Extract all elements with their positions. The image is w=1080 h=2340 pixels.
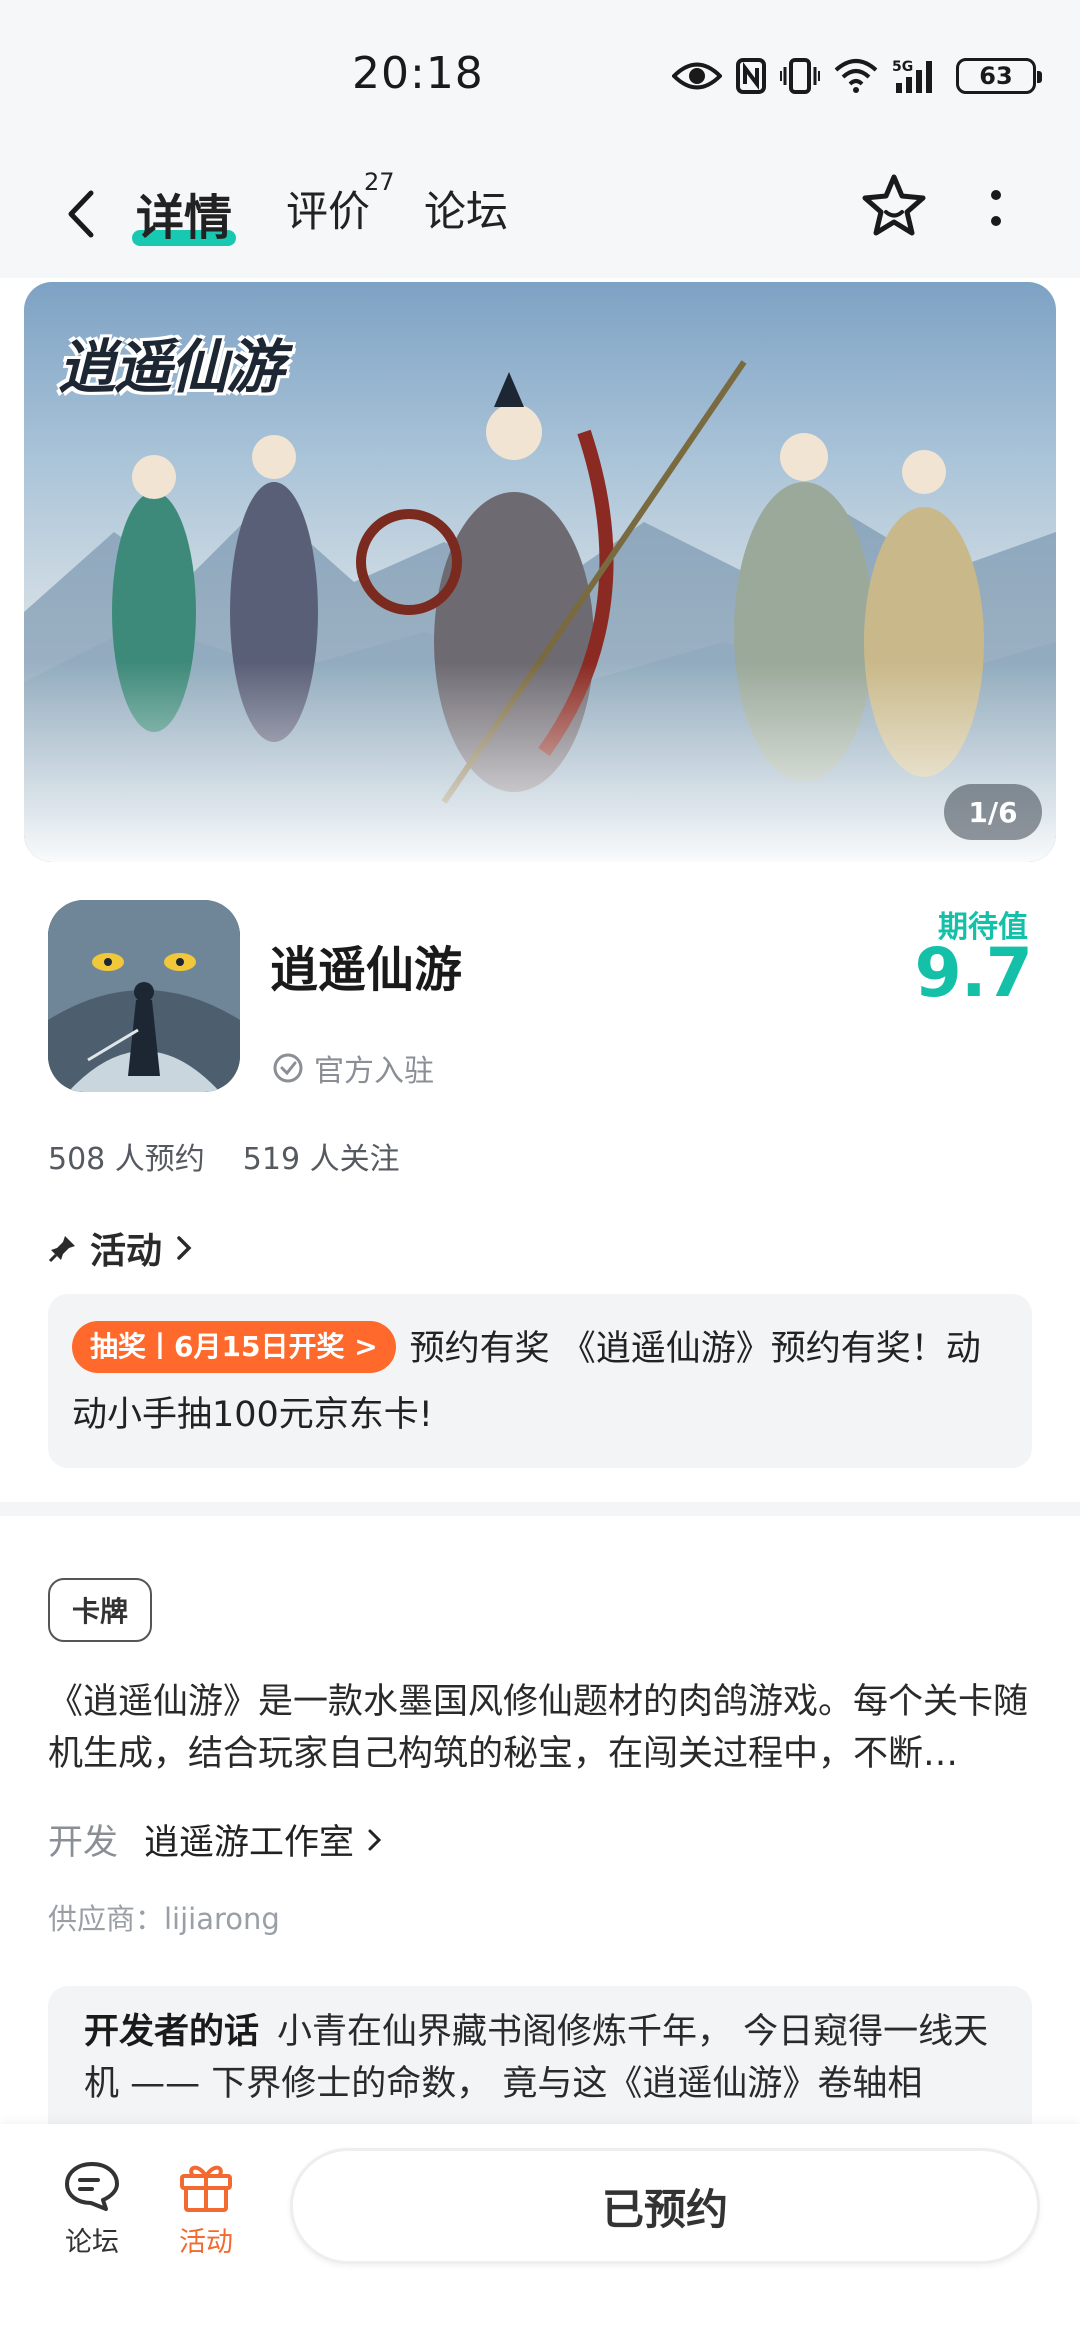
- tab-review[interactable]: 评价 27: [286, 168, 395, 239]
- reserved-button[interactable]: 已预约: [290, 2148, 1040, 2264]
- status-bar: 20:18 5G 63: [0, 0, 1080, 150]
- star-icon: [862, 174, 926, 236]
- section-divider: [0, 1502, 1080, 1516]
- lottery-badge: 抽奖丨6月15日开奖 >: [72, 1321, 396, 1373]
- tab-detail-label: 详情: [136, 190, 233, 246]
- status-time: 20:18: [352, 48, 484, 99]
- chevron-right-icon: [368, 1829, 382, 1850]
- developer-link[interactable]: 逍遥游工作室: [144, 1814, 384, 1865]
- tab-detail[interactable]: 详情: [132, 178, 237, 248]
- favorite-button[interactable]: [860, 172, 928, 240]
- tab-forum[interactable]: 论坛: [424, 178, 508, 239]
- more-vertical-icon[interactable]: [982, 178, 1010, 238]
- nfc-icon: [736, 58, 766, 94]
- expectation-score: 9.7: [914, 934, 1033, 1013]
- pin-icon: [48, 1236, 75, 1263]
- vibrate-icon: [780, 58, 820, 94]
- signal-5g-icon: 5G: [892, 59, 932, 93]
- activity-card[interactable]: 抽奖丨6月15日开奖 > 预约有奖 《逍遥仙游》预约有奖！动动小手抽100元京东卡…: [48, 1294, 1032, 1468]
- back-button[interactable]: [56, 186, 104, 242]
- activity-section-header[interactable]: 活动: [48, 1222, 194, 1274]
- battery-level: 63: [979, 62, 1013, 90]
- tab-forum-label: 论坛: [424, 187, 509, 236]
- bottom-forum-button[interactable]: 论坛: [42, 2158, 142, 2259]
- developer-words-label: 开发者的话: [84, 2012, 260, 2052]
- screenshot-carousel[interactable]: 逍遥仙游 1/6: [24, 282, 1056, 862]
- developer-name: 逍遥游工作室: [144, 1823, 355, 1863]
- official-label: 官方入驻: [314, 1054, 434, 1089]
- gift-icon: [180, 2165, 232, 2212]
- tab-review-label: 评价: [286, 187, 371, 236]
- supplier-info: 供应商：lijiarong: [48, 1902, 280, 1936]
- wifi-icon: [834, 59, 878, 93]
- reservation-count: 508 人预约: [48, 1142, 205, 1177]
- top-nav-bar: 详情 评价 27 论坛: [0, 150, 1080, 278]
- game-stats: 508 人预约 519 人关注: [48, 1134, 400, 1178]
- battery-icon: 63: [956, 58, 1042, 94]
- bottom-forum-label: 论坛: [65, 2227, 119, 2258]
- svg-text:5G: 5G: [892, 59, 913, 75]
- developer-label: 开发: [48, 1823, 119, 1863]
- bottom-action-bar: 论坛 活动 已预约: [0, 2124, 1080, 2340]
- bottom-activity-button[interactable]: 活动: [156, 2158, 256, 2259]
- review-count-badge: 27: [364, 168, 395, 196]
- official-badge: 官方入驻: [272, 1046, 434, 1090]
- forum-chat-icon: [65, 2162, 119, 2211]
- back-arrow-icon: [68, 190, 94, 238]
- game-app-icon: [48, 900, 240, 1092]
- activity-heading: 活动: [90, 1231, 163, 1272]
- bottom-activity-label: 活动: [179, 2227, 233, 2258]
- status-icons: 5G 63: [672, 54, 1042, 98]
- developer-row[interactable]: 开发 逍遥游工作室: [48, 1814, 384, 1865]
- banner-game-logo: 逍遥仙游: [58, 333, 284, 401]
- follower-count: 519 人关注: [242, 1142, 400, 1177]
- eye-icon: [672, 62, 722, 90]
- game-description[interactable]: 《逍遥仙游》是一款水墨国风修仙题材的肉鸽游戏。每个关卡随机生成，结合玩家自己构筑…: [48, 1676, 1032, 1780]
- check-circle-icon: [273, 1053, 303, 1083]
- chevron-right-icon: [177, 1236, 192, 1260]
- carousel-page-indicator: 1/6: [944, 784, 1042, 840]
- developer-words-card[interactable]: 开发者的话 小青在仙界藏书阁修炼千年， 今日窥得一线天机 —— 下界修士的命数， …: [48, 1986, 1032, 2126]
- genre-tag[interactable]: 卡牌: [48, 1578, 153, 1642]
- game-title: 逍遥仙游: [270, 942, 463, 998]
